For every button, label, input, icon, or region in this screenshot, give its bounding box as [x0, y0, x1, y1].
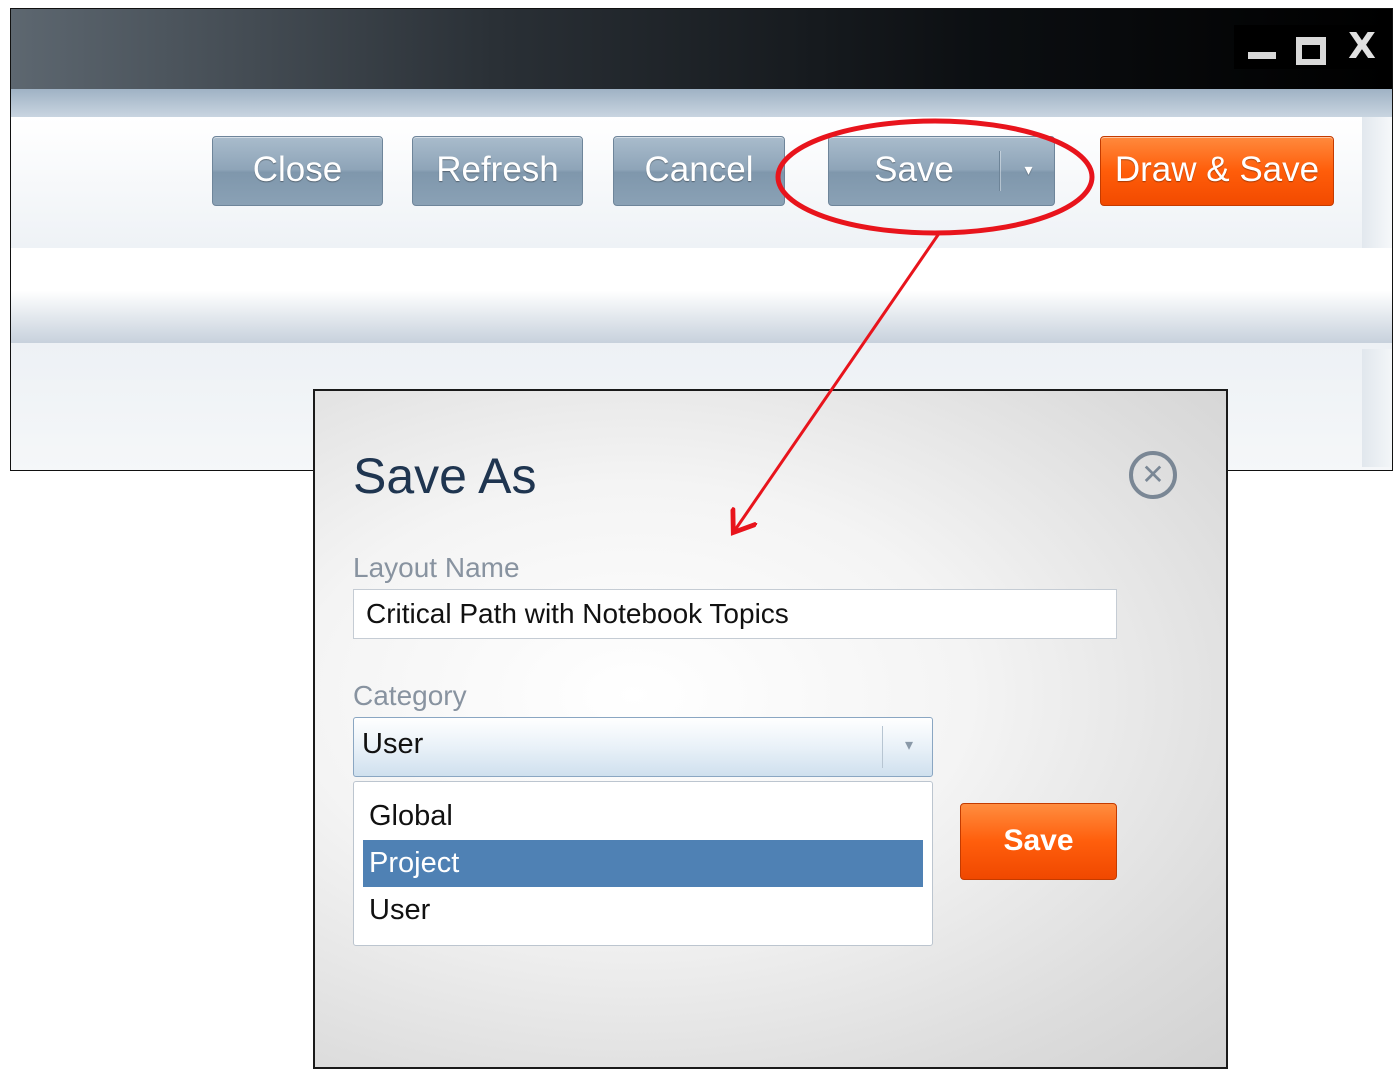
annotation-arrow [735, 231, 942, 530]
annotation-overlay [0, 118, 1095, 1062]
highlight-ellipse [775, 118, 1095, 236]
